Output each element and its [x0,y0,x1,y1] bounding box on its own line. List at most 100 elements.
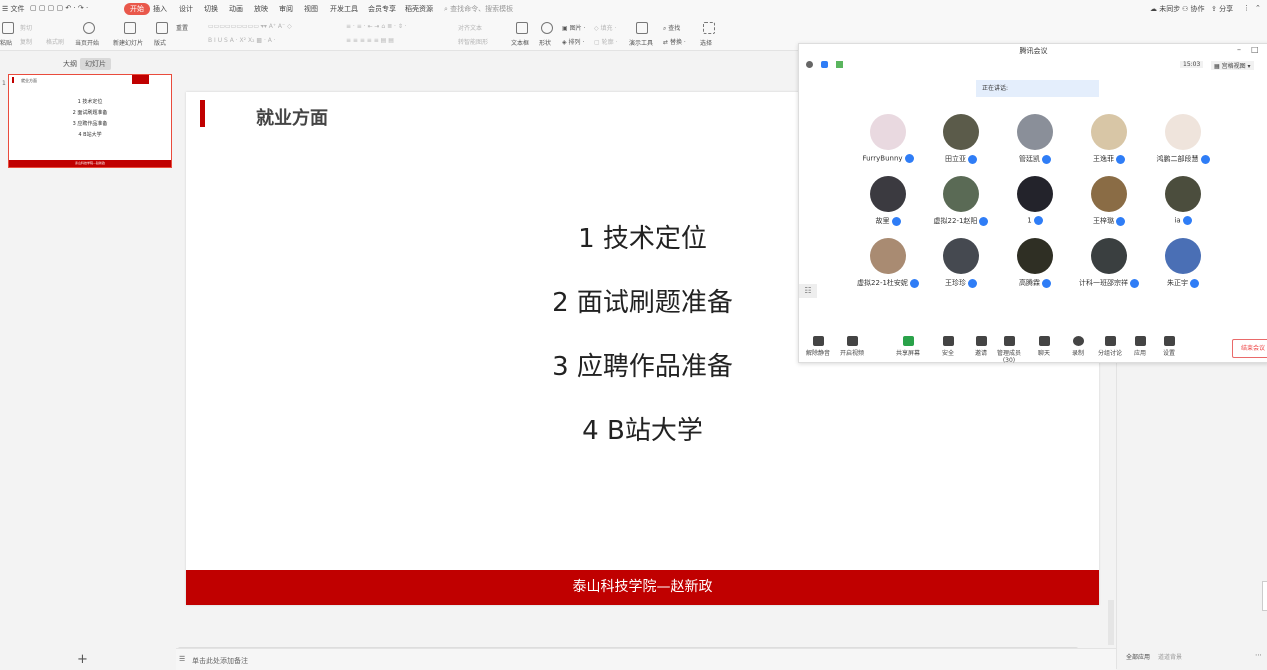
select-icon[interactable] [703,22,715,34]
tab-docer[interactable]: 稻壳资源 [405,4,433,14]
paste-icon[interactable] [2,22,14,34]
meeting-window[interactable]: 腾讯会议 – □ 15:03 ▦ 宫格视图 ▾ 正在讲话: FurryBunny… [798,43,1267,364]
record-button[interactable]: 录制 [1061,336,1095,357]
command-search[interactable]: ⌕ 查找命令、搜索模板 [444,4,513,14]
participant-tile[interactable]: 计科一班邵宗祥 [1072,238,1146,288]
select-button[interactable]: 选择 [700,38,712,47]
notes-bar[interactable]: ☰ 单击此处添加备注 [176,648,1116,670]
align-buttons[interactable]: ≡ ≡ ≡ ≡ ≡ ▤ ▤ [346,37,394,44]
manage-members-button[interactable]: 管理成员(30) [992,336,1026,364]
tab-insert[interactable]: 插入 [153,4,167,14]
tab-animation[interactable]: 动画 [229,4,243,14]
list-toggle-icon[interactable]: ☷ [799,284,817,298]
add-slide-button[interactable]: + [77,652,88,667]
format-painter-button[interactable]: 格式刷 [46,37,64,46]
tab-review[interactable]: 审阅 [279,4,293,14]
reset-button[interactable]: 重置 [176,23,188,32]
replace-button[interactable]: ⇄ 替换 · [663,37,686,46]
collaborate-button[interactable]: ⚇ 协作 [1182,4,1205,14]
tab-developer[interactable]: 开发工具 [330,4,358,14]
textbox-icon[interactable] [516,22,528,34]
slide-thumbnail[interactable]: 就业方面 1 技术定位 2 面试刷题准备 3 应聘作品准备 4 B站大学 泰山科… [8,74,172,168]
layout-icon[interactable] [156,22,168,34]
smart-shape-button[interactable]: 转智能图形 [458,37,488,46]
unmute-button[interactable]: 解除静音 [801,336,835,357]
list-buttons[interactable]: ≡ · ≡ · ⇤ ⇥ ⌂ ≣ · ⇕ · [346,23,407,30]
present-tools-icon[interactable] [636,22,648,34]
quick-access-icons[interactable]: ▢ ▢ ▢ ▢ ↶ · ↷ · [30,4,88,12]
more-icon[interactable]: ⋯ [1255,651,1262,659]
participant-name-label: 1 [1027,216,1032,225]
slide-footer[interactable]: 泰山科技学院—赵新政 [186,570,1099,605]
paste-button[interactable]: 粘贴 [0,38,12,47]
participant-tile[interactable]: 高腾霖 [998,238,1072,288]
font-size-select[interactable]: · ▾ A⁺ A⁻ ◇ [260,23,292,30]
tab-home[interactable]: 开始 [124,3,150,15]
new-slide-icon[interactable] [124,22,136,34]
participant-tile[interactable]: 鸿鹏二部段慧 [1146,114,1220,164]
shield-icon[interactable] [821,61,828,68]
view-mode-select[interactable]: ▦ 宫格视图 ▾ [1211,61,1254,70]
font-style-buttons[interactable]: B I U S A · X² X₂ ▩ · A · [208,37,276,44]
tab-background[interactable]: 道道背景 [1158,652,1182,661]
cut-button[interactable]: 剪切 [20,23,32,32]
copy-button[interactable]: 复制 [20,37,32,46]
participant-tile[interactable]: 1 [998,176,1072,225]
settings-button[interactable]: 设置 [1152,336,1186,357]
breakout-button[interactable]: 分组讨论 [1093,336,1127,357]
slide-bullet[interactable]: 4 B站大学 [186,410,1099,447]
participant-tile[interactable]: 王珍珍 [924,238,998,288]
textbox-button[interactable]: 文本框 [511,38,529,47]
chat-button[interactable]: 聊天 [1027,336,1061,357]
maximize-icon[interactable]: □ [1251,45,1259,54]
arrange-button[interactable]: ◈ 排列 · [562,37,584,46]
outline-button[interactable]: ▢ 轮廓 · [594,37,617,46]
tab-view[interactable]: 视图 [304,4,318,14]
play-icon[interactable] [83,22,95,34]
tab-transition[interactable]: 切换 [204,4,218,14]
end-meeting-button[interactable]: 结束会议 [1232,339,1267,358]
slide-title[interactable]: 就业方面 [256,104,328,130]
tab-slideshow[interactable]: 放映 [254,4,268,14]
file-menu[interactable]: ☰ 文件 [2,4,25,14]
participant-tile[interactable]: 故里 [851,176,925,226]
share-screen-button[interactable]: 共享屏幕 [891,336,925,357]
participant-tile[interactable]: 朱正宇 [1146,238,1220,288]
participant-tile[interactable]: FurryBunny [851,114,925,163]
participant-tile[interactable]: 王梓璐 [1072,176,1146,226]
tab-slides[interactable]: 幻灯片 [80,58,111,70]
play-from-current-button[interactable]: 当页开始 [75,38,99,47]
participant-tile[interactable]: 虚拟22-1杜安妮 [851,238,925,288]
tab-member[interactable]: 会员专享 [368,4,396,14]
tab-design[interactable]: 设计 [179,4,193,14]
shape-button[interactable]: 形状 [539,38,551,47]
fill-button[interactable]: ◇ 填充 · [594,23,616,32]
tab-outline[interactable]: 大纲 [58,58,82,70]
participant-tile[interactable]: 王逸菲 [1072,114,1146,164]
security-button[interactable]: 安全 [931,336,965,357]
find-button[interactable]: ⌕ 查找 [663,23,680,33]
collapse-icon[interactable]: ⌃ [1255,4,1261,12]
present-tools-button[interactable]: 演示工具 [629,38,653,47]
side-panel-handle[interactable] [1262,581,1267,611]
participant-tile[interactable]: ia [1146,176,1220,225]
participant-tile[interactable]: 管廷凯 [998,114,1072,164]
vertical-scrollbar[interactable] [1108,600,1114,645]
picture-button[interactable]: ▣ 图片 · [562,23,585,32]
participant-tile[interactable]: 虚拟22-1赵阳 [924,176,998,226]
align-text-button[interactable]: 对齐文本 [458,23,482,32]
sync-status[interactable]: ☁ 未同步 [1150,4,1180,14]
minimize-icon[interactable]: – [1237,45,1241,54]
start-video-button[interactable]: 开启视频 [835,336,869,357]
shape-icon[interactable] [541,22,553,34]
participant-tile[interactable]: 田立亚 [924,114,998,164]
font-name-select[interactable]: ▭▭▭▭▭▭▭▭▭ ▾ [208,23,264,30]
layout-button[interactable]: 版式 [154,38,166,47]
signal-icon[interactable] [836,61,843,68]
share-button[interactable]: ⇪ 分享 [1211,4,1233,14]
new-slide-button[interactable]: 新建幻灯片 [113,38,143,47]
info-icon[interactable] [806,61,813,68]
more-icon[interactable]: ⋮ [1243,4,1250,12]
notes-placeholder[interactable]: 单击此处添加备注 [192,656,248,666]
tab-all-apps[interactable]: 全部应用 [1126,652,1150,661]
